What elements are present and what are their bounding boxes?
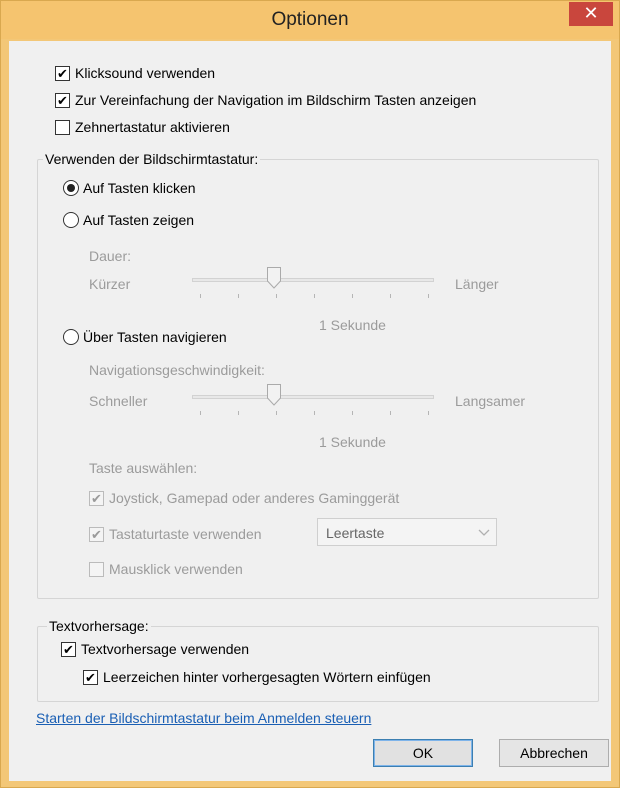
duration-label: Dauer: [89, 248, 132, 264]
tick-mark [276, 411, 277, 415]
click-sound-checkbox[interactable]: ✔ [55, 66, 70, 81]
cancel-button[interactable]: Abbrechen [499, 739, 609, 767]
duration-longer-label: Länger [455, 276, 499, 292]
title-bar[interactable]: Optionen ✕ [1, 1, 619, 39]
tick-mark [352, 294, 353, 298]
tick-mark [428, 411, 429, 415]
speed-faster-label: Schneller [89, 393, 148, 409]
tick-mark [390, 411, 391, 415]
use-prediction-checkbox[interactable]: ✔ [61, 642, 76, 657]
tick-mark [428, 294, 429, 298]
insert-space-checkbox[interactable]: ✔ [83, 670, 98, 685]
keyboard-key-checkbox[interactable]: ✔ [89, 527, 104, 542]
duration-slider-track[interactable] [192, 278, 434, 282]
startup-settings-link[interactable]: Starten der Bildschirmtastatur beim Anme… [36, 710, 371, 726]
speed-slower-label: Langsamer [455, 393, 526, 409]
checkmark-icon: ✔ [91, 527, 102, 542]
joystick-label: Joystick, Gamepad oder anderes Gamingger… [109, 490, 400, 506]
keyboard-usage-legend: Verwenden der Bildschirmtastatur: [43, 151, 261, 167]
radio-scan-keys-label: Über Tasten navigieren [83, 329, 227, 345]
keyboard-key-label: Tastaturtaste verwenden [109, 526, 262, 542]
duration-value: 1 Sekunde [319, 317, 386, 333]
mouse-click-checkbox[interactable] [89, 562, 104, 577]
checkmark-icon: ✔ [57, 66, 68, 81]
speed-slider-thumb[interactable] [267, 384, 281, 406]
checkmark-icon: ✔ [91, 491, 102, 506]
click-sound-label: Klicksound verwenden [75, 65, 216, 81]
text-prediction-group [37, 626, 599, 702]
tick-mark [276, 294, 277, 298]
checkmark-icon: ✔ [57, 93, 68, 108]
radio-click-keys[interactable] [63, 180, 79, 196]
radio-hover-keys-label: Auf Tasten zeigen [83, 212, 195, 228]
radio-click-keys-label: Auf Tasten klicken [83, 180, 196, 196]
show-nav-keys-label: Zur Vereinfachung der Navigation im Bild… [75, 92, 477, 108]
checkmark-icon: ✔ [85, 670, 96, 685]
tick-mark [390, 294, 391, 298]
tick-mark [238, 294, 239, 298]
insert-space-label: Leerzeichen hinter vorhergesagten Wörter… [103, 669, 431, 685]
use-prediction-label: Textvorhersage verwenden [81, 641, 250, 657]
numpad-label: Zehnertastatur aktivieren [75, 119, 230, 135]
tick-mark [352, 411, 353, 415]
options-dialog: Optionen ✕ ✔ Klicksound verwenden ✔ Zur … [0, 0, 620, 788]
joystick-checkbox[interactable]: ✔ [89, 491, 104, 506]
key-dropdown[interactable]: Leertaste [317, 518, 497, 546]
text-prediction-legend: Textvorhersage: [47, 618, 151, 634]
close-icon: ✕ [583, 3, 599, 23]
checkmark-icon: ✔ [63, 642, 74, 657]
mouse-click-label: Mausklick verwenden [109, 561, 243, 577]
numpad-checkbox[interactable] [55, 120, 70, 135]
radio-hover-keys[interactable] [63, 212, 79, 228]
speed-slider-track[interactable] [192, 395, 434, 399]
speed-label: Navigationsgeschwindigkeit: [89, 362, 265, 378]
duration-shorter-label: Kürzer [89, 276, 131, 292]
ok-button[interactable]: OK [373, 739, 473, 767]
radio-selected-dot [67, 184, 75, 192]
tick-mark [238, 411, 239, 415]
tick-mark [200, 411, 201, 415]
close-button[interactable]: ✕ [569, 2, 613, 26]
duration-slider-thumb[interactable] [267, 267, 281, 289]
tick-mark [314, 294, 315, 298]
chevron-down-icon [478, 529, 490, 536]
show-nav-keys-checkbox[interactable]: ✔ [55, 93, 70, 108]
dialog-body: ✔ Klicksound verwenden ✔ Zur Vereinfachu… [9, 41, 611, 781]
key-dropdown-value: Leertaste [326, 525, 385, 541]
radio-scan-keys[interactable] [63, 329, 79, 345]
speed-value: 1 Sekunde [319, 434, 386, 450]
dialog-title: Optionen [271, 9, 349, 30]
tick-mark [314, 411, 315, 415]
tick-mark [200, 294, 201, 298]
key-select-label: Taste auswählen: [89, 460, 198, 476]
